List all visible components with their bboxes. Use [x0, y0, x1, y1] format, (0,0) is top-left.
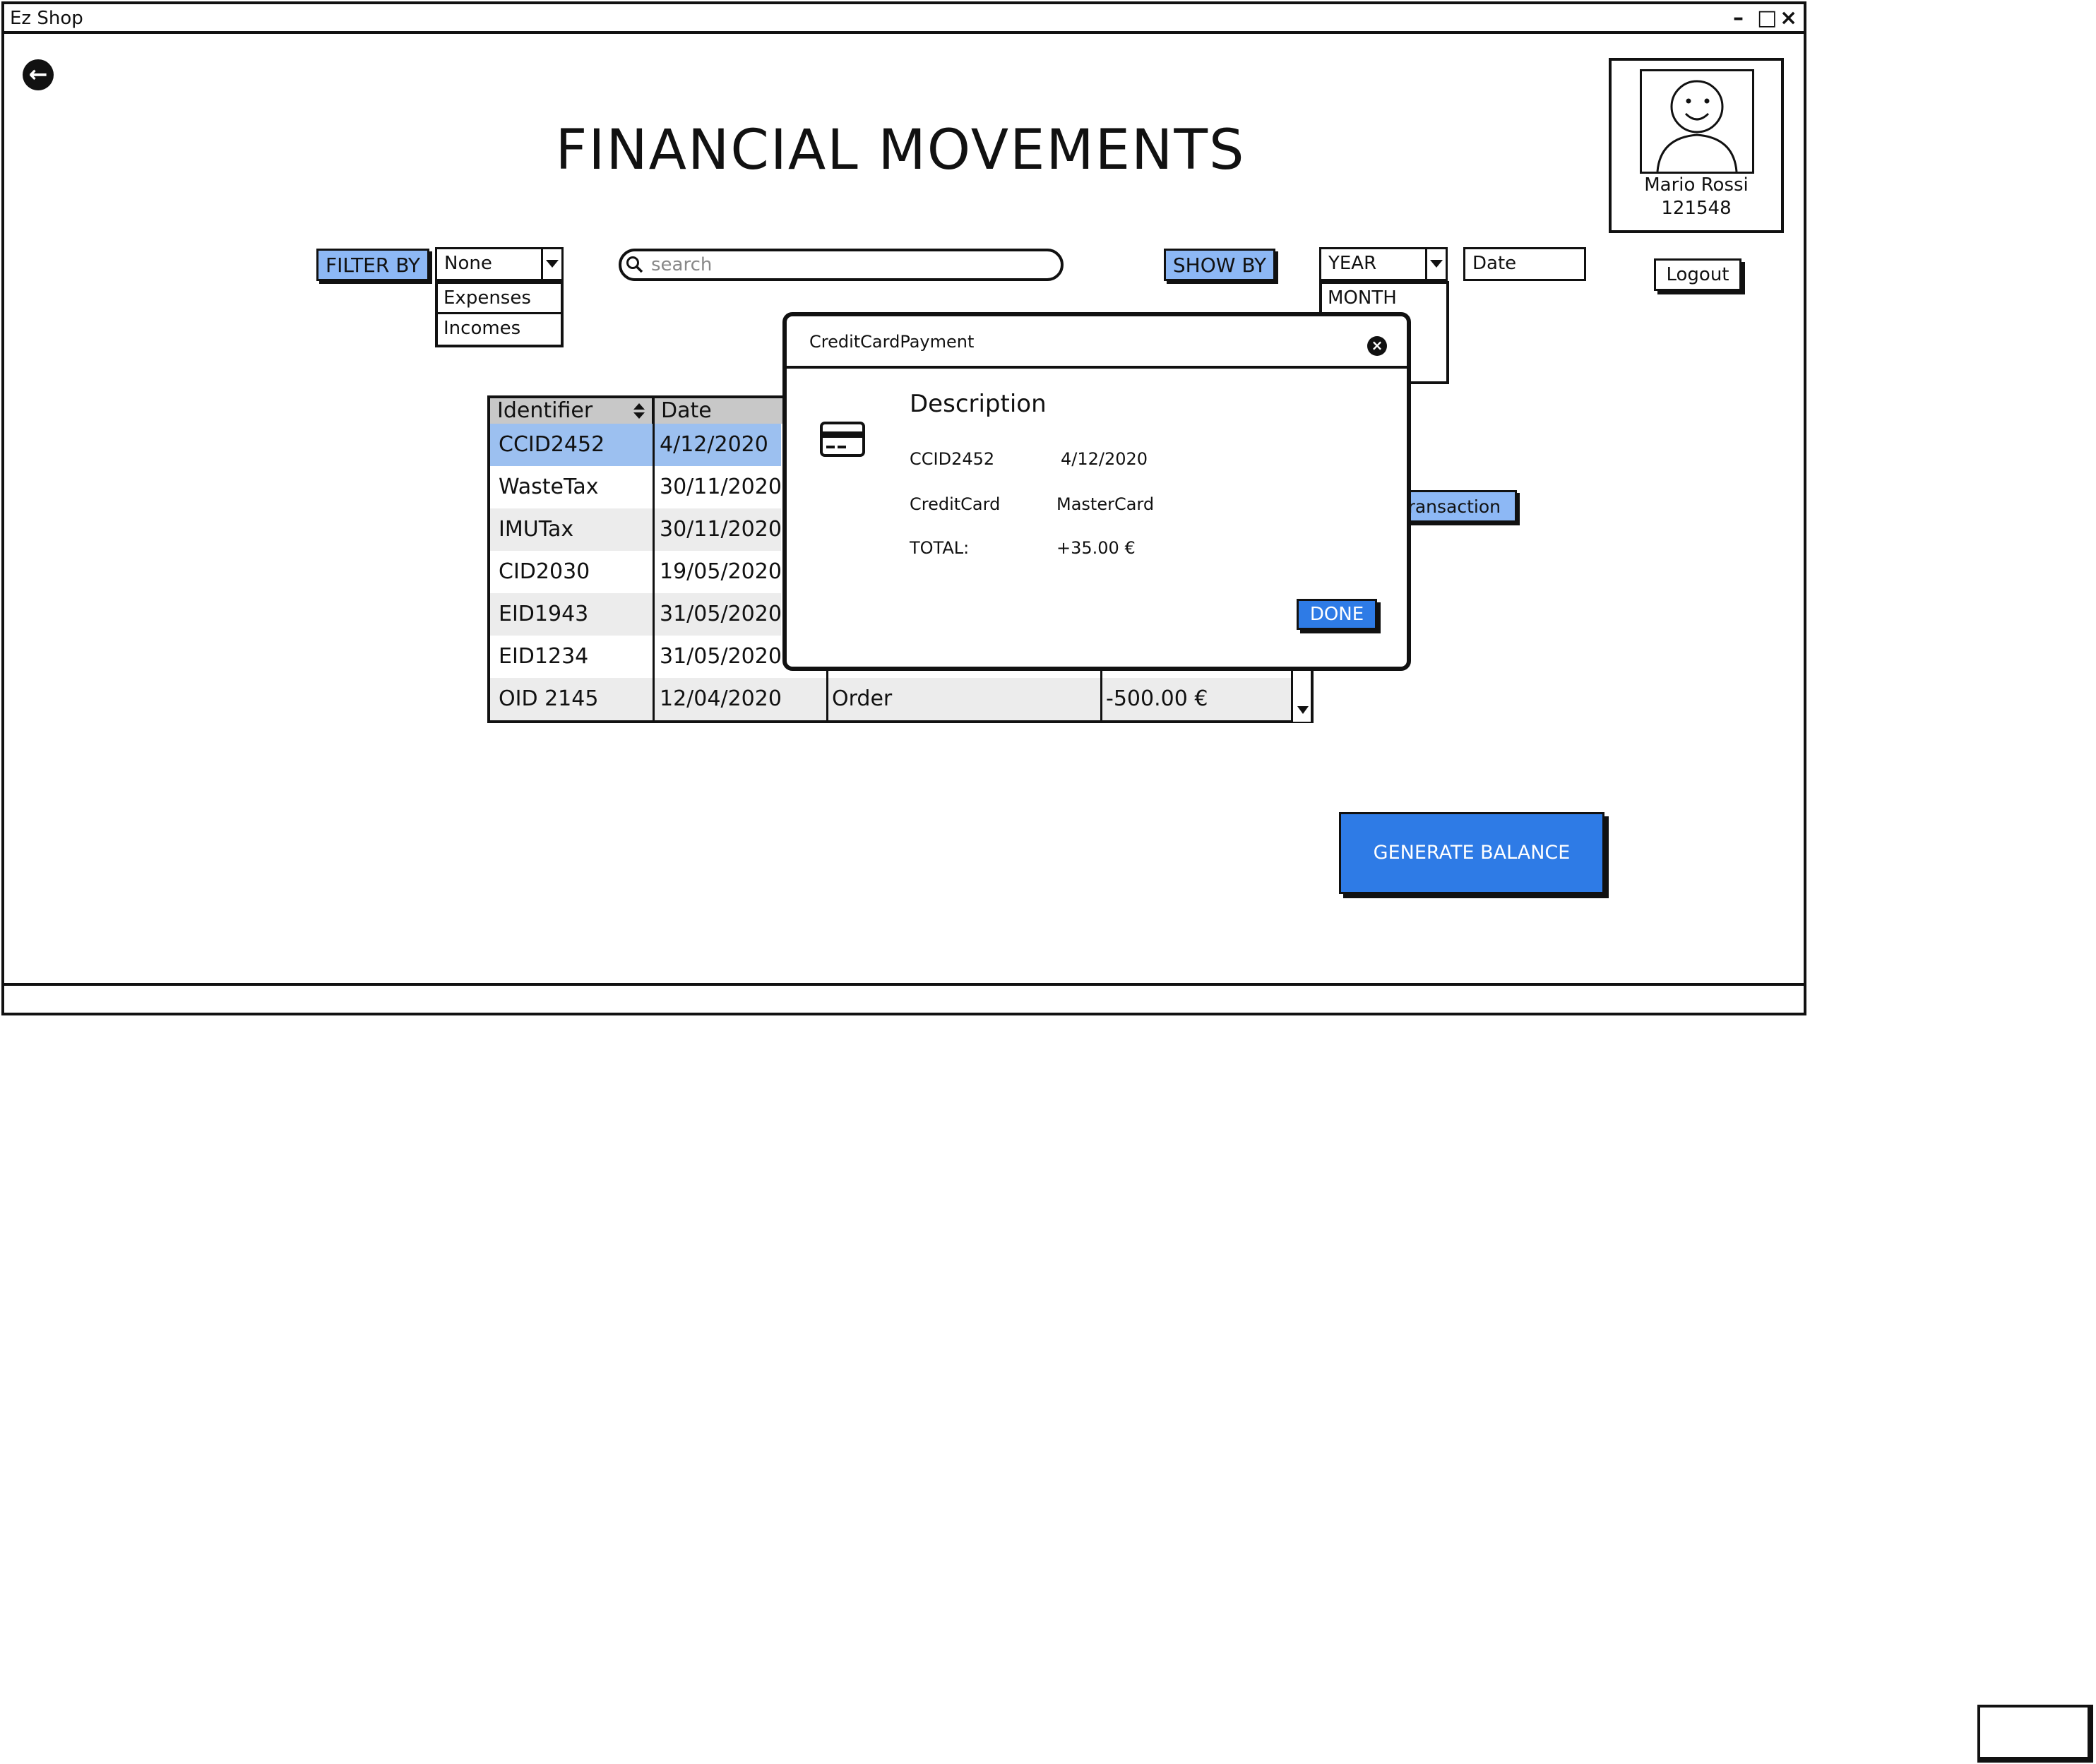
modal-card-value: MasterCard	[1056, 494, 1155, 514]
cell-date: 12/04/2020	[660, 686, 782, 711]
cell-amount: -500.00 €	[1106, 686, 1208, 711]
chevron-down-icon	[1430, 260, 1443, 268]
status-bar	[4, 983, 1804, 986]
show-select[interactable]: YEAR	[1319, 247, 1428, 281]
maximize-icon[interactable]: □	[1757, 6, 1777, 31]
modal-close-icon[interactable]: ×	[1367, 336, 1387, 356]
modal-date: 4/12/2020	[1061, 449, 1148, 469]
filter-option-incomes[interactable]: Incomes	[438, 314, 561, 342]
modal-total-label: TOTAL:	[910, 538, 970, 558]
filter-select[interactable]: None	[435, 247, 544, 281]
cell-date: 30/11/2020	[660, 517, 782, 542]
filter-by-label: FILTER BY	[316, 249, 429, 281]
modal-total-value: +35.00 €	[1056, 538, 1136, 558]
cell-identifier: EID1234	[499, 644, 589, 669]
modal-heading: Description	[910, 390, 1047, 418]
cell-type: Order	[832, 686, 893, 711]
show-option-month[interactable]: MONTH	[1322, 284, 1446, 312]
profile-info: Mario Rossi 121548	[1609, 174, 1784, 220]
column-header-identifier[interactable]: Identifier	[490, 398, 654, 424]
cell-identifier: OID 2145	[499, 686, 599, 711]
filter-dropdown-list: Expenses Incomes	[435, 281, 564, 347]
avatar	[1640, 69, 1754, 174]
cell-date: 4/12/2020	[660, 432, 768, 457]
generate-balance-button[interactable]: GENERATE BALANCE	[1339, 812, 1604, 894]
page-title: FINANCIAL MOVEMENTS	[555, 119, 1246, 182]
search-input[interactable]: search	[619, 249, 1064, 281]
back-arrow-icon[interactable]: ←	[23, 59, 54, 90]
modal-id: CCID2452	[910, 449, 995, 469]
search-icon	[626, 256, 643, 273]
show-dropdown-toggle[interactable]	[1425, 247, 1448, 281]
modal-card-label: CreditCard	[910, 494, 1001, 514]
modal-divider	[785, 366, 1408, 369]
filter-option-expenses[interactable]: Expenses	[438, 284, 561, 314]
show-by-label: SHOW BY	[1164, 249, 1275, 281]
user-avatar-icon	[1656, 80, 1738, 172]
date-field[interactable]: Date	[1463, 247, 1586, 281]
table-scrollbar[interactable]	[1291, 664, 1311, 722]
column-divider	[826, 664, 828, 722]
logout-button[interactable]: Logout	[1654, 258, 1741, 291]
cell-date: 30/11/2020	[660, 475, 782, 499]
profile-id: 121548	[1661, 198, 1732, 219]
column-header-date[interactable]: Date	[654, 398, 782, 424]
cell-identifier: EID1943	[499, 602, 589, 626]
cell-identifier: IMUTax	[499, 517, 574, 542]
empty-box	[1977, 1705, 2093, 1763]
close-icon[interactable]: ×	[1780, 6, 1797, 31]
column-header-label: Identifier	[497, 398, 593, 423]
minimize-icon[interactable]: –	[1733, 6, 1744, 31]
cell-identifier: CCID2452	[499, 432, 605, 457]
cell-date: 31/05/2020	[660, 644, 782, 669]
filter-dropdown-toggle[interactable]	[541, 247, 564, 281]
sort-icon[interactable]	[633, 403, 645, 419]
cell-date: 31/05/2020	[660, 602, 782, 626]
column-divider	[653, 398, 655, 722]
credit-card-icon	[820, 422, 865, 457]
done-button[interactable]: DONE	[1297, 599, 1377, 630]
window-title: Ez Shop	[4, 4, 1804, 34]
cell-identifier: WasteTax	[499, 475, 599, 499]
cell-date: 19/05/2020	[660, 559, 782, 584]
scroll-down-icon[interactable]	[1297, 706, 1309, 714]
profile-name: Mario Rossi	[1644, 174, 1749, 196]
column-divider	[1100, 664, 1102, 722]
modal-title: CreditCardPayment	[809, 332, 975, 352]
chevron-down-icon	[546, 260, 559, 268]
cell-identifier: CID2030	[499, 559, 590, 584]
